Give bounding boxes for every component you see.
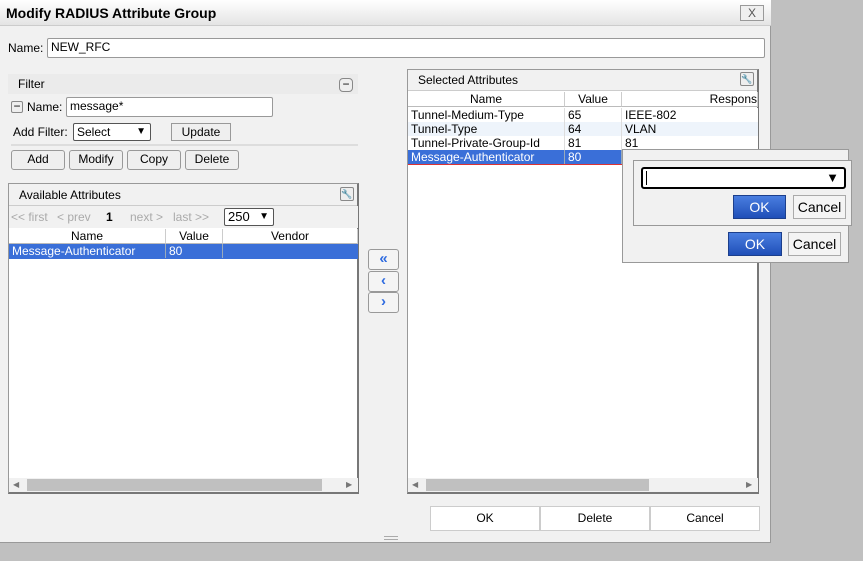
divider [11,144,358,146]
add-filter-label: Add Filter: [13,125,68,139]
scroll-right-icon[interactable]: ▶ [346,480,352,489]
cell-response: VLAN [625,122,657,136]
move-right-button[interactable]: › [368,292,399,313]
available-attributes-panel: Available Attributes 🔧 << first < prev 1… [8,183,359,494]
ok-button[interactable]: OK [430,506,540,531]
name-input[interactable]: NEW_RFC [47,38,765,58]
text-cursor [646,171,647,185]
filter-name-label: Name: [27,100,63,114]
table-row[interactable]: Tunnel-Private-Group-Id 81 81 [408,136,758,150]
modify-button[interactable]: Modify [69,150,123,170]
available-title: Available Attributes [9,184,357,206]
inner-cancel-button[interactable]: Cancel [793,195,846,219]
delete-group-button[interactable]: Delete [540,506,650,531]
horizontal-scrollbar[interactable]: ◀ ▶ [9,478,358,492]
cell-vendor [223,244,358,258]
scroll-left-icon[interactable]: ◀ [412,480,418,489]
move-all-left-button[interactable]: « [368,249,399,270]
chevron-down-icon: ▼ [136,126,146,137]
dropdown-arrow-icon: ▼ [826,170,839,185]
pager-first[interactable]: << first [11,210,48,224]
horizontal-scrollbar[interactable]: ◀ ▶ [408,478,758,492]
page-size-select[interactable]: 250 ▼ [224,208,274,226]
dialog-title: Modify RADIUS Attribute Group [0,0,771,26]
cell-value: 64 [565,122,622,136]
cell-response: 81 [625,136,639,150]
cancel-button[interactable]: Cancel [650,506,760,531]
cell-value: 81 [565,136,622,150]
scroll-right-icon[interactable]: ▶ [746,480,752,489]
modify-dialog: Modify RADIUS Attribute Group X Name: NE… [0,0,771,543]
cell-value: 80 [166,244,223,258]
filter-name-input[interactable]: message* [66,97,273,117]
outer-ok-button[interactable]: OK [728,232,782,256]
settings-wrench-icon[interactable]: 🔧 [340,187,354,201]
value-dropdown[interactable]: ▼ [641,167,846,189]
update-button[interactable]: Update [171,123,231,141]
settings-wrench-icon[interactable]: 🔧 [740,72,754,86]
pager-page: 1 [106,210,113,224]
cell-value: 65 [565,108,622,122]
table-row[interactable]: Tunnel-Type 64 VLAN [408,122,758,136]
move-left-button[interactable]: ‹ [368,271,399,292]
selected-title: Selected Attributes [408,70,757,91]
add-button[interactable]: Add [11,150,65,170]
selected-attributes-panel: Selected Attributes 🔧 Name Value Respons… [407,69,759,494]
close-button[interactable]: X [740,5,764,21]
pager: << first < prev 1 next > last >> 250 ▼ [9,206,358,228]
scroll-thumb[interactable] [27,479,322,491]
collapse-filter-icon[interactable]: − [339,78,353,92]
table-row[interactable]: Message-Authenticator 80 [9,244,358,259]
resize-grip-icon[interactable] [384,536,398,540]
add-filter-select[interactable]: Select ▼ [73,123,151,141]
name-label: Name: [8,41,44,55]
col-value[interactable]: Value [166,229,223,244]
cell-name: Tunnel-Type [408,122,565,136]
table-row[interactable]: Tunnel-Medium-Type 65 IEEE-802 [408,108,758,122]
col-vendor[interactable]: Vendor [223,229,358,244]
col-response[interactable]: Respons [622,92,758,107]
pager-next[interactable]: next > [130,210,163,224]
pager-last[interactable]: last >> [173,210,209,224]
inner-ok-button[interactable]: OK [733,195,786,219]
col-value[interactable]: Value [565,92,622,107]
add-filter-value: Select [77,125,111,139]
scroll-left-icon[interactable]: ◀ [13,480,19,489]
inner-editor: ▼ OK Cancel [633,160,852,226]
scroll-thumb[interactable] [426,479,649,491]
cell-name: Message-Authenticator [408,150,565,164]
col-name[interactable]: Name [408,92,565,107]
cell-name: Tunnel-Private-Group-Id [408,136,565,150]
pager-prev[interactable]: < prev [57,210,91,224]
page-size-value: 250 [228,209,250,224]
outer-cancel-button[interactable]: Cancel [788,232,841,256]
cell-response: IEEE-802 [625,108,677,122]
col-name[interactable]: Name [9,229,166,244]
remove-filter-icon[interactable]: − [11,100,23,113]
filter-title: Filter [18,77,45,91]
cell-name: Message-Authenticator [9,244,166,258]
chevron-down-icon: ▼ [259,211,269,222]
value-editor-popup: ▼ OK Cancel OK Cancel [622,149,852,263]
filter-header: Filter [8,74,358,94]
cell-name: Tunnel-Medium-Type [408,108,565,122]
delete-button[interactable]: Delete [185,150,239,170]
copy-button[interactable]: Copy [127,150,181,170]
cell-value: 80 [565,150,622,164]
